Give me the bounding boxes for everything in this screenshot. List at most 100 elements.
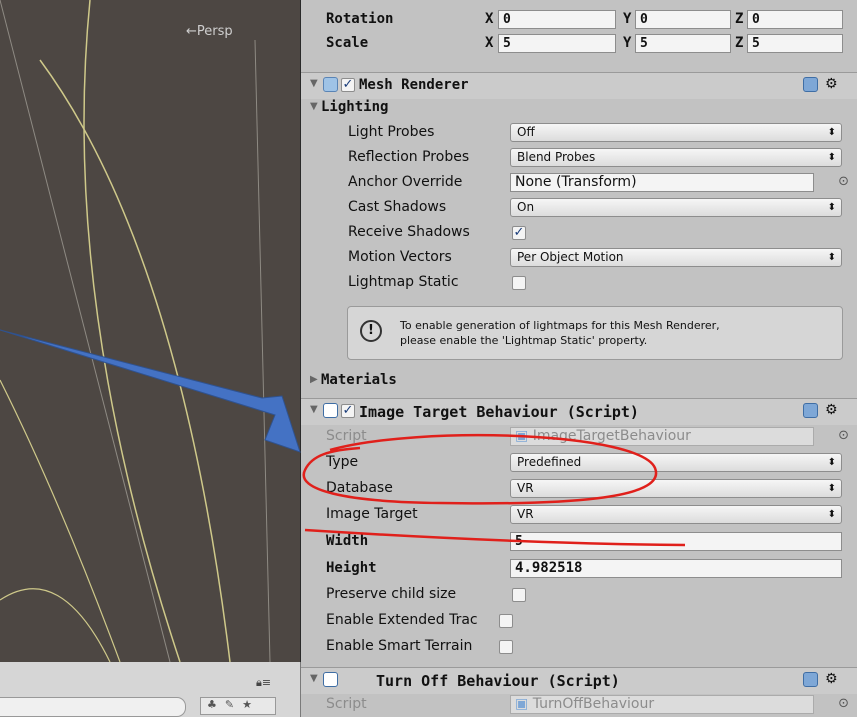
extended-tracking-checkbox[interactable] xyxy=(499,614,513,628)
script-icon xyxy=(323,403,338,418)
turn-off-script-value: TurnOffBehaviour xyxy=(532,696,655,712)
dropdown-arrow-icon: ⬍ xyxy=(827,202,836,213)
anchor-override-label: Anchor Override xyxy=(348,174,463,190)
x-axis-label: X xyxy=(485,11,494,27)
help-text-line1: To enable generation of lightmaps for th… xyxy=(400,319,720,332)
light-probes-dropdown[interactable]: Off ⬍ xyxy=(510,123,842,142)
scale-z-field[interactable]: 5 xyxy=(747,34,843,53)
receive-shadows-row: Receive Shadows ✓ xyxy=(301,221,857,245)
dropdown-arrow-icon: ⬍ xyxy=(827,483,836,494)
filter-icons[interactable]: ♣✎★ xyxy=(200,697,276,715)
type-row: Type Predefined ⬍ xyxy=(301,451,857,475)
scale-x-field[interactable]: 5 xyxy=(498,34,616,53)
scene-view[interactable]: ←Persp xyxy=(0,0,301,662)
lightmap-static-label: Lightmap Static xyxy=(348,274,459,290)
smart-terrain-checkbox[interactable] xyxy=(499,640,513,654)
type-value: Predefined xyxy=(517,455,582,469)
dropdown-arrow-icon: ⬍ xyxy=(827,509,836,520)
gear-icon[interactable]: ⚙ xyxy=(825,402,838,418)
light-probes-row: Light Probes Off ⬍ xyxy=(301,121,857,145)
image-target-dropdown[interactable]: VR ⬍ xyxy=(510,505,842,524)
lock-icon[interactable]: 🔒︎≡ xyxy=(256,676,271,690)
rotation-label: Rotation xyxy=(326,11,394,27)
image-target-enabled-checkbox[interactable]: ✓ xyxy=(341,404,355,418)
reflection-probes-dropdown[interactable]: Blend Probes ⬍ xyxy=(510,148,842,167)
gear-icon[interactable]: ⚙ xyxy=(825,76,838,92)
database-label: Database xyxy=(326,480,393,496)
light-probes-label: Light Probes xyxy=(348,124,435,140)
light-probes-value: Off xyxy=(517,125,535,139)
gear-icon[interactable]: ⚙ xyxy=(825,671,838,687)
width-row: Width 5 xyxy=(301,530,857,554)
image-target-label: Image Target xyxy=(326,506,418,522)
preserve-child-size-row: Preserve child size xyxy=(301,583,857,607)
script-row: Script ▣ ImageTargetBehaviour ⊙ xyxy=(301,425,857,449)
mesh-renderer-title: Mesh Renderer xyxy=(359,77,469,93)
turn-off-script-row: Script ▣ TurnOffBehaviour ⊙ xyxy=(301,693,857,717)
image-target-value: VR xyxy=(517,507,534,521)
help-book-icon[interactable] xyxy=(803,77,818,92)
motion-vectors-row: Motion Vectors Per Object Motion ⬍ xyxy=(301,246,857,270)
lighting-foldout[interactable]: ▼ Lighting xyxy=(301,96,857,120)
x-axis-label: X xyxy=(485,35,494,51)
dropdown-arrow-icon: ⬍ xyxy=(827,127,836,138)
turn-off-script-label: Script xyxy=(326,696,367,712)
height-field[interactable]: 4.982518 xyxy=(510,559,842,578)
rotation-z-field[interactable]: 0 xyxy=(747,10,843,29)
lightmap-help-box: ! To enable generation of lightmaps for … xyxy=(347,306,843,360)
height-label: Height xyxy=(326,560,377,576)
inspector-panel: Rotation X 0 Y 0 Z 0 Scale X 5 Y 5 Z 5 ▼… xyxy=(301,0,857,717)
materials-foldout[interactable]: ▶ Materials xyxy=(301,369,857,393)
mesh-renderer-enabled-checkbox[interactable]: ✓ xyxy=(341,78,355,92)
help-text-line2: please enable the 'Lightmap Static' prop… xyxy=(400,334,648,347)
foldout-triangle-icon[interactable]: ▼ xyxy=(310,404,318,415)
smart-terrain-label: Enable Smart Terrain xyxy=(326,638,473,654)
receive-shadows-label: Receive Shadows xyxy=(348,224,470,240)
object-picker-icon[interactable]: ⊙ xyxy=(838,174,849,189)
cast-shadows-label: Cast Shadows xyxy=(348,199,447,215)
foldout-triangle-icon[interactable]: ▶ xyxy=(310,374,318,385)
motion-vectors-label: Motion Vectors xyxy=(348,249,452,265)
scale-y-field[interactable]: 5 xyxy=(635,34,731,53)
image-target-header[interactable]: ▼ ✓ Image Target Behaviour (Script) ⚙ xyxy=(301,398,857,425)
reflection-probes-value: Blend Probes xyxy=(517,150,596,164)
anchor-override-field[interactable]: None (Transform) xyxy=(510,173,814,192)
script-field: ▣ ImageTargetBehaviour xyxy=(510,427,814,446)
smart-terrain-row: Enable Smart Terrain xyxy=(301,635,857,659)
z-axis-label: Z xyxy=(735,35,744,51)
scale-label: Scale xyxy=(326,35,369,51)
dropdown-arrow-icon: ⬍ xyxy=(827,252,836,263)
preserve-child-size-label: Preserve child size xyxy=(326,586,457,602)
receive-shadows-checkbox[interactable]: ✓ xyxy=(512,226,526,240)
foldout-triangle-icon[interactable]: ▼ xyxy=(310,101,318,112)
rotation-y-field[interactable]: 0 xyxy=(635,10,731,29)
anchor-override-row: Anchor Override None (Transform) ⊙ xyxy=(301,171,857,195)
scene-gizmo-lines xyxy=(0,0,271,662)
reflection-probes-label: Reflection Probes xyxy=(348,149,470,165)
object-picker-icon: ⊙ xyxy=(838,696,849,711)
width-label: Width xyxy=(326,533,369,549)
preserve-child-size-checkbox[interactable] xyxy=(512,588,526,602)
rotation-x-field[interactable]: 0 xyxy=(498,10,616,29)
database-dropdown[interactable]: VR ⬍ xyxy=(510,479,842,498)
materials-label: Materials xyxy=(321,372,397,388)
type-dropdown[interactable]: Predefined ⬍ xyxy=(510,453,842,472)
foldout-triangle-icon[interactable]: ▼ xyxy=(310,673,318,684)
mesh-renderer-header[interactable]: ▼ ✓ Mesh Renderer ⚙ xyxy=(301,72,857,99)
foldout-triangle-icon[interactable]: ▼ xyxy=(310,78,318,89)
lightmap-static-row: Lightmap Static xyxy=(301,271,857,295)
lightmap-static-checkbox[interactable] xyxy=(512,276,526,290)
width-field[interactable]: 5 xyxy=(510,532,842,551)
motion-vectors-dropdown[interactable]: Per Object Motion ⬍ xyxy=(510,248,842,267)
cast-shadows-dropdown[interactable]: On ⬍ xyxy=(510,198,842,217)
persp-label[interactable]: ←Persp xyxy=(186,24,233,39)
image-target-title: Image Target Behaviour (Script) xyxy=(359,403,639,421)
help-book-icon[interactable] xyxy=(803,672,818,687)
help-book-icon[interactable] xyxy=(803,403,818,418)
lighting-label: Lighting xyxy=(321,99,389,115)
turn-off-header[interactable]: ▼ Turn Off Behaviour (Script) ⚙ xyxy=(301,667,857,694)
script-value: ImageTargetBehaviour xyxy=(532,428,691,444)
script-file-icon: ▣ xyxy=(515,696,533,712)
search-input[interactable] xyxy=(0,697,186,717)
turn-off-script-field: ▣ TurnOffBehaviour xyxy=(510,695,814,714)
